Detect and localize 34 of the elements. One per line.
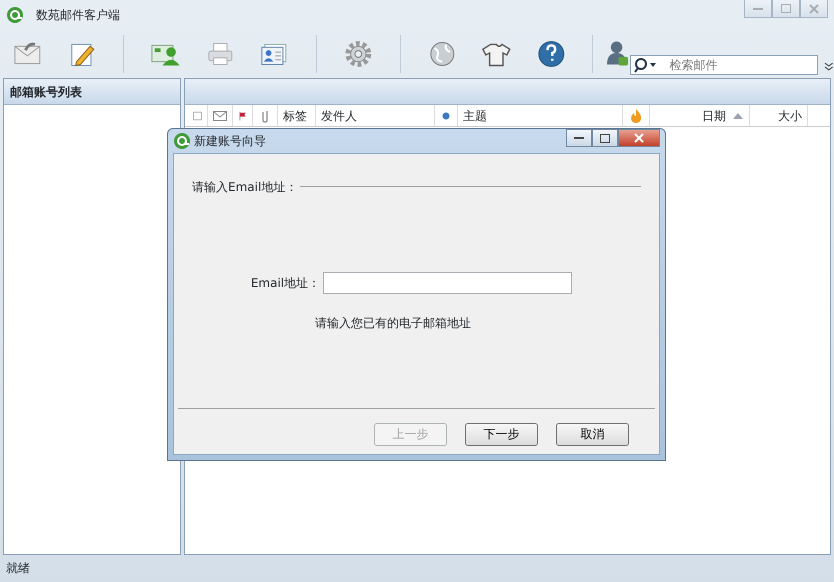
envelope-icon[interactable]	[213, 108, 227, 122]
status-text: 就绪	[6, 560, 30, 577]
column-header[interactable]: 日期	[702, 106, 726, 124]
flame-icon[interactable]	[629, 108, 643, 124]
maximize-button[interactable]	[592, 129, 618, 147]
dialog-title: 新建账号向导	[194, 132, 266, 150]
dot-icon[interactable]	[442, 112, 450, 120]
help-icon[interactable]	[536, 38, 566, 70]
email-input-field[interactable]	[323, 272, 572, 294]
close-icon	[809, 4, 819, 14]
close-button[interactable]	[618, 129, 660, 147]
section-label: 请输入Email地址：	[192, 178, 298, 196]
wizard-button[interactable]: 取消	[556, 422, 629, 446]
column-header[interactable]: 大小	[778, 106, 802, 124]
settings-icon[interactable]	[343, 38, 374, 70]
maximize-icon	[781, 4, 791, 13]
wizard-button[interactable]: 下一步	[465, 422, 538, 446]
column-header[interactable]: 发件人	[321, 106, 357, 124]
dialog-logo-icon	[173, 132, 191, 150]
close-icon	[634, 133, 644, 143]
column-header[interactable]: 标签	[283, 106, 307, 124]
panel-header: 邮箱账号列表	[4, 79, 180, 105]
maximize-icon	[600, 134, 610, 142]
search-field[interactable]: 检索邮件	[630, 55, 818, 75]
app-logo-icon	[6, 6, 24, 24]
minimize-icon	[753, 6, 763, 10]
column-header[interactable]: 主题	[463, 106, 487, 124]
minimize-icon	[574, 136, 584, 140]
sort-caret-icon	[732, 112, 744, 120]
expand-chevron-icon[interactable]	[824, 62, 834, 72]
hint-text: 请输入您已有的电子邮箱地址	[315, 316, 471, 330]
field-label: Email地址：	[250, 274, 320, 292]
window-title: 数苑邮件客户端	[36, 7, 120, 24]
minimize-button[interactable]	[566, 129, 592, 147]
